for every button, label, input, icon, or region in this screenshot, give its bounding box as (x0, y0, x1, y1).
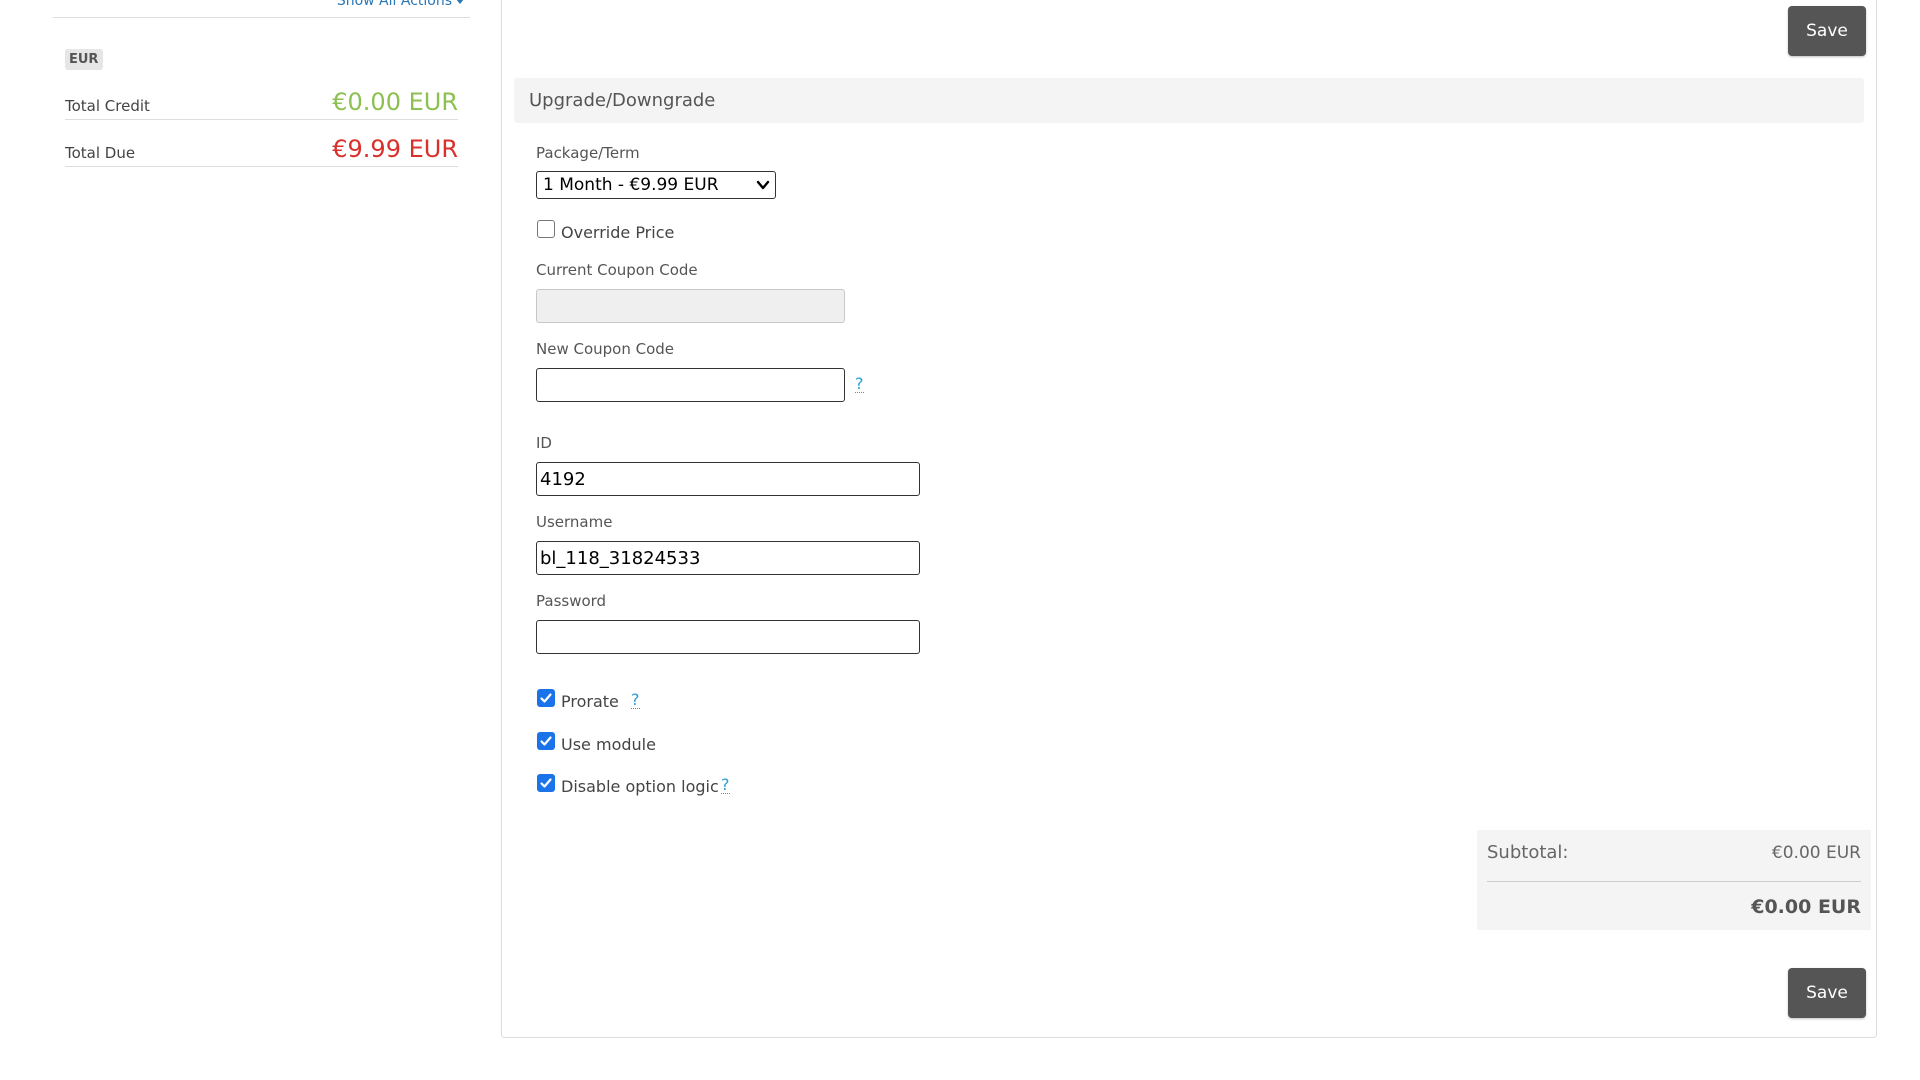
use-module-label: Use module (561, 735, 656, 754)
subtotal-label: Subtotal: (1487, 842, 1569, 863)
current-coupon-label: Current Coupon Code (536, 261, 698, 279)
package-term-label: Package/Term (536, 144, 640, 162)
section-title: Upgrade/Downgrade (529, 90, 716, 111)
checkmark-icon (540, 736, 552, 746)
disable-option-logic-checkbox[interactable] (537, 774, 555, 792)
prorate-checkbox[interactable] (537, 689, 555, 707)
total-due-row: Total Due €9.99 EUR (65, 135, 458, 167)
total-credit-row: Total Credit €0.00 EUR (65, 88, 458, 120)
subtotal-value: €0.00 EUR (1771, 843, 1861, 863)
new-coupon-label: New Coupon Code (536, 340, 675, 358)
currency-badge: EUR (65, 49, 104, 70)
override-price-checkbox[interactable] (537, 220, 555, 238)
show-all-actions-label: Show All Actions (336, 0, 452, 9)
id-field[interactable] (536, 462, 920, 496)
id-label: ID (536, 434, 552, 452)
save-button-top[interactable]: Save (1788, 6, 1866, 56)
total-credit-value: €0.00 EUR (332, 88, 458, 116)
upgrade-panel: Save Upgrade/Downgrade Package/Term 1 Mo… (501, 0, 1877, 1038)
password-label: Password (536, 592, 607, 610)
chevron-down-icon (756, 180, 770, 190)
actions-bar: Show All Actions (53, 0, 470, 18)
total-credit-label: Total Credit (65, 97, 150, 115)
disable-option-logic-help-icon[interactable]: ? (721, 777, 730, 794)
client-summary-sidebar: Show All Actions EUR Total Credit €0.00 … (53, 0, 470, 167)
username-label: Username (536, 513, 613, 531)
current-coupon-field (536, 289, 845, 323)
new-coupon-help-icon[interactable]: ? (855, 376, 864, 393)
new-coupon-field[interactable] (536, 368, 845, 402)
checkmark-icon (540, 778, 552, 788)
package-term-select[interactable]: 1 Month - €9.99 EUR (536, 171, 776, 199)
order-totals: Subtotal: €0.00 EUR €0.00 EUR (1477, 830, 1871, 930)
override-price-label: Override Price (561, 223, 675, 242)
totals-divider (1487, 881, 1861, 882)
prorate-label: Prorate (561, 692, 619, 711)
checkmark-icon (540, 693, 552, 703)
save-button-bottom[interactable]: Save (1788, 968, 1866, 1018)
password-field[interactable] (536, 620, 920, 654)
disable-option-logic-label: Disable option logic (561, 777, 719, 796)
upgrade-section-header: Upgrade/Downgrade (514, 78, 1864, 123)
use-module-checkbox[interactable] (537, 732, 555, 750)
total-due-label: Total Due (65, 144, 136, 162)
caret-down-icon (456, 0, 464, 4)
show-all-actions-link[interactable]: Show All Actions (337, 0, 464, 9)
total-value: €0.00 EUR (1751, 896, 1861, 918)
package-term-selected: 1 Month - €9.99 EUR (543, 175, 719, 195)
prorate-help-icon[interactable]: ? (631, 692, 640, 709)
username-field[interactable] (536, 541, 920, 575)
total-due-value: €9.99 EUR (332, 135, 458, 163)
